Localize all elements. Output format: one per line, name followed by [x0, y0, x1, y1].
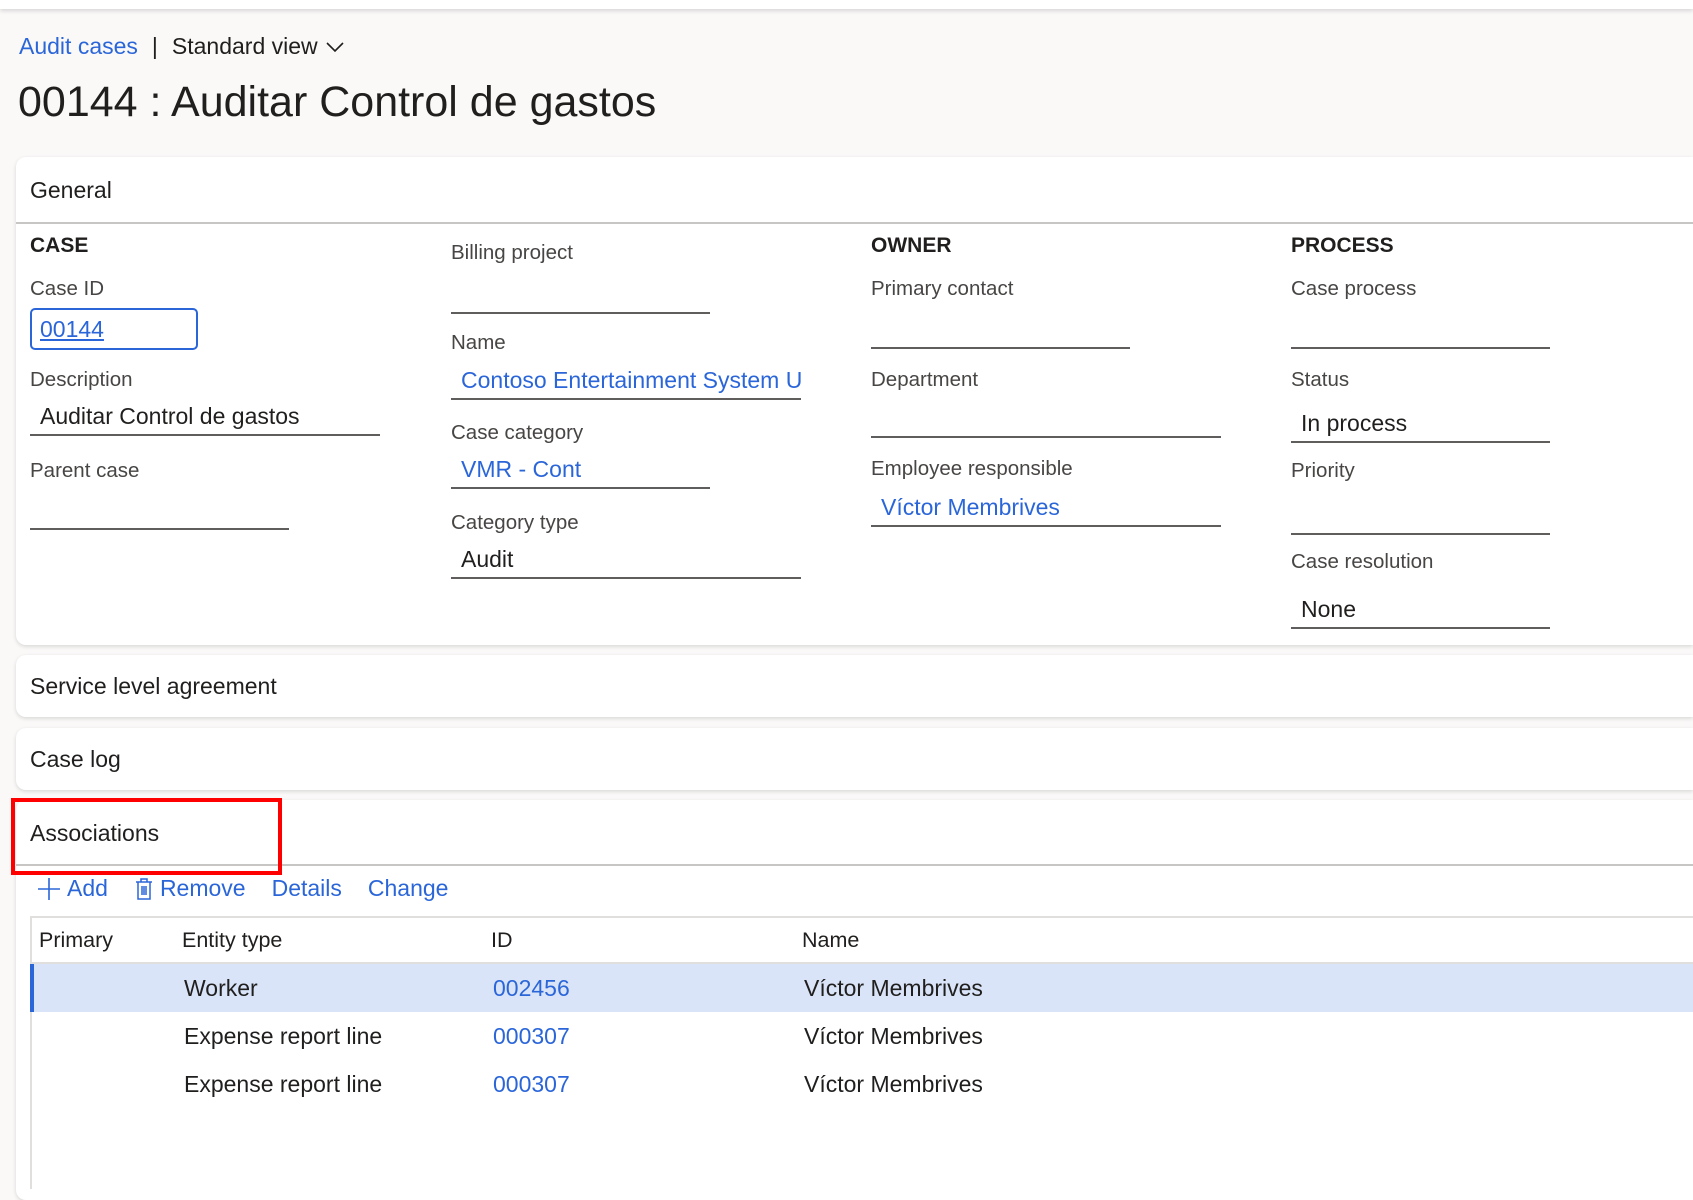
case-id-label: Case ID — [30, 277, 105, 300]
view-selector[interactable]: Standard view — [172, 33, 344, 60]
case-log-section-header[interactable]: Case log — [16, 728, 1693, 790]
status-field[interactable]: In process — [1291, 405, 1550, 443]
page-title: 00144 : Auditar Control de gastos — [18, 78, 657, 126]
column-header-primary[interactable]: Primary — [39, 928, 113, 953]
employee-responsible-label: Employee responsible — [871, 457, 1073, 480]
case-log-section: Case log — [16, 728, 1693, 790]
column-header-name[interactable]: Name — [802, 928, 859, 953]
case-id-field[interactable]: 00144 — [30, 308, 198, 350]
case-process-label: Case process — [1291, 277, 1417, 300]
name-field[interactable]: Contoso Entertainment System U — [451, 362, 801, 400]
remove-button[interactable]: Remove — [134, 875, 246, 902]
entity-type-cell: Expense report line — [184, 1071, 383, 1097]
general-section-header[interactable]: General — [16, 157, 1693, 223]
owner-group-title: OWNER — [871, 234, 952, 257]
parent-case-label: Parent case — [30, 459, 140, 482]
description-label: Description — [30, 368, 133, 391]
remove-button-label: Remove — [159, 875, 246, 901]
entity-type-cell: Worker — [184, 975, 258, 1001]
name-cell: Víctor Membrives — [804, 975, 983, 1001]
id-link[interactable]: 002456 — [493, 975, 570, 1002]
billing-project-label: Billing project — [451, 241, 573, 264]
employee-responsible-field[interactable]: Víctor Membrives — [871, 489, 1221, 527]
plus-icon — [38, 877, 60, 900]
case-resolution-label: Case resolution — [1291, 550, 1434, 573]
add-button[interactable]: Add — [37, 875, 108, 902]
associations-section-header[interactable]: Associations — [16, 800, 1693, 866]
primary-contact-label: Primary contact — [871, 277, 1014, 300]
description-field[interactable]: Auditar Control de gastos — [30, 398, 380, 436]
top-bar — [0, 0, 1693, 9]
billing-project-field[interactable] — [451, 276, 710, 314]
associations-toolbar: Add Remove Details Change — [37, 875, 474, 902]
view-selector-label: Standard view — [171, 33, 318, 59]
table-row[interactable]: Expense report line 000307 Víctor Membri… — [32, 1012, 1693, 1060]
breadcrumb: Audit cases | Standard view — [19, 33, 344, 60]
name-cell: Víctor Membrives — [804, 1023, 983, 1049]
trash-icon — [135, 877, 152, 900]
sla-section-header[interactable]: Service level agreement — [16, 655, 1693, 717]
priority-label: Priority — [1291, 459, 1355, 482]
name-cell: Víctor Membrives — [804, 1071, 983, 1097]
divider — [16, 222, 1693, 224]
id-link[interactable]: 000307 — [493, 1071, 570, 1098]
status-label: Status — [1291, 368, 1350, 391]
process-group-title: PROCESS — [1291, 234, 1394, 257]
parent-case-field[interactable] — [30, 492, 289, 530]
general-section: General CASE Case ID 00144 Description A… — [16, 157, 1693, 645]
associations-grid: Primary Entity type ID Name Worker 00245… — [30, 916, 1693, 1189]
add-button-label: Add — [67, 875, 108, 901]
breadcrumb-audit-cases-link[interactable]: Audit cases — [19, 33, 138, 60]
grid-header: Primary Entity type ID Name — [32, 918, 1693, 964]
priority-field[interactable] — [1291, 497, 1550, 535]
breadcrumb-separator: | — [151, 33, 158, 59]
change-button[interactable]: Change — [368, 875, 449, 902]
name-label: Name — [451, 331, 506, 354]
divider — [16, 864, 1693, 866]
id-link[interactable]: 000307 — [493, 1023, 570, 1050]
column-header-id[interactable]: ID — [491, 928, 513, 953]
table-row[interactable]: Expense report line 000307 Víctor Membri… — [32, 1060, 1693, 1108]
category-type-field[interactable]: Audit — [451, 541, 801, 579]
case-category-field[interactable]: VMR - Cont — [451, 451, 710, 489]
case-process-field[interactable] — [1291, 311, 1550, 349]
case-category-label: Case category — [451, 421, 584, 444]
case-group-title: CASE — [30, 234, 89, 257]
details-button[interactable]: Details — [272, 875, 342, 902]
department-label: Department — [871, 368, 979, 391]
chevron-down-icon — [326, 41, 344, 52]
column-header-entity-type[interactable]: Entity type — [182, 928, 282, 953]
entity-type-cell: Expense report line — [184, 1023, 383, 1049]
primary-contact-field[interactable] — [871, 311, 1130, 349]
table-row[interactable]: Worker 002456 Víctor Membrives — [30, 964, 1693, 1012]
case-resolution-field[interactable]: None — [1291, 591, 1550, 629]
category-type-label: Category type — [451, 511, 579, 534]
department-field[interactable] — [871, 400, 1221, 438]
sla-section: Service level agreement — [16, 655, 1693, 717]
